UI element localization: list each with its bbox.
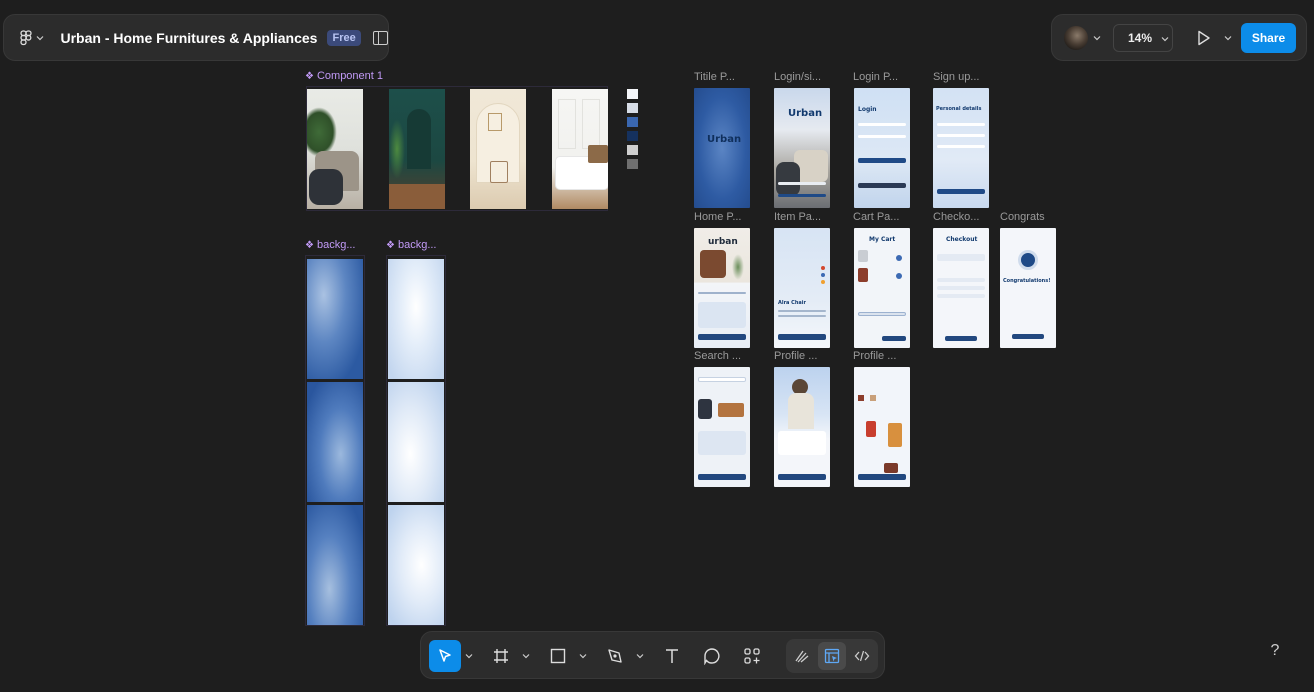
color-swatch[interactable] (627, 159, 638, 169)
background-label[interactable]: ❖ backg... (386, 239, 437, 251)
chevron-down-icon[interactable] (465, 652, 473, 660)
interior-photo (389, 89, 445, 209)
search-page-screen[interactable] (694, 367, 750, 487)
screen-logo: Urban (788, 108, 823, 119)
screen-logo: urban (708, 237, 738, 247)
frame-label[interactable]: Profile ... (774, 350, 817, 362)
comment-icon (704, 648, 720, 665)
shape-tool-button[interactable] (544, 640, 572, 672)
color-swatch[interactable] (627, 117, 638, 127)
frame-label[interactable]: Checko... (933, 211, 979, 223)
chevron-down-icon[interactable] (636, 652, 644, 660)
cursor-icon (439, 649, 451, 662)
frame-icon (494, 649, 508, 663)
signup-page-screen[interactable]: Personal details (933, 88, 989, 208)
mode-switcher (786, 639, 878, 673)
color-swatch[interactable] (627, 89, 638, 99)
apps-icon (744, 648, 760, 664)
chevron-down-icon (36, 35, 44, 40)
background-tile (307, 505, 363, 625)
cart-page-screen[interactable]: My Cart (854, 228, 910, 348)
move-tool-button[interactable] (429, 640, 461, 672)
chevron-down-icon[interactable] (1224, 34, 1232, 42)
frame-label[interactable]: Titile P... (694, 71, 735, 83)
frame-label[interactable]: Login/si... (774, 71, 821, 83)
plan-badge[interactable]: Free (327, 29, 361, 46)
file-panel: Urban - Home Furnitures & Appliances Fre… (3, 14, 389, 61)
component-icon: ❖ (305, 71, 314, 82)
frame-label[interactable]: Login P... (853, 71, 898, 83)
chevron-down-icon[interactable] (522, 652, 530, 660)
checkout-page-screen[interactable]: Checkout (933, 228, 989, 348)
screen-heading: Personal details (936, 106, 982, 112)
comment-tool-button[interactable] (698, 640, 726, 672)
interior-photo (470, 89, 526, 209)
frame-label[interactable]: Search ... (694, 350, 741, 362)
dev-mode-button[interactable] (848, 642, 876, 670)
frame-label[interactable]: Cart Pa... (853, 211, 899, 223)
component-icon: ❖ (305, 240, 314, 251)
figma-logo-icon (20, 29, 32, 45)
frame-tool-button[interactable] (487, 640, 515, 672)
interior-photo (552, 89, 608, 209)
chevron-down-icon (1161, 37, 1169, 42)
background-label[interactable]: ❖ backg... (305, 239, 356, 251)
background-tile (307, 259, 363, 379)
frame-label[interactable]: Item Pa... (774, 211, 821, 223)
avatar[interactable] (1064, 26, 1088, 50)
item-page-screen[interactable]: Alra Chair (774, 228, 830, 348)
color-swatch[interactable] (627, 103, 638, 113)
actions-tool-button[interactable] (738, 640, 766, 672)
sidebar-toggle-icon[interactable] (372, 30, 388, 45)
play-icon[interactable] (1197, 30, 1211, 46)
zoom-dropdown[interactable]: 14% (1113, 24, 1173, 52)
bottom-toolbar (420, 631, 885, 679)
draw-mode-button[interactable] (788, 642, 816, 670)
color-swatch[interactable] (627, 145, 638, 155)
screen-heading: Checkout (946, 236, 978, 243)
profile-page-screen-2[interactable] (854, 367, 910, 487)
screen-heading: Alra Chair (778, 300, 806, 306)
component-icon: ❖ (386, 240, 395, 251)
rectangle-icon (550, 648, 566, 664)
login-page-screen[interactable]: Login (854, 88, 910, 208)
top-right-panel: 14% Share (1051, 14, 1307, 61)
home-page-screen[interactable]: urban (694, 228, 750, 348)
zoom-value: 14% (1128, 31, 1153, 45)
frame-label[interactable]: Sign up... (933, 71, 979, 83)
pen-tool-button[interactable] (601, 640, 629, 672)
color-swatch[interactable] (627, 131, 638, 141)
congrats-page-screen[interactable]: Congratulations! (1000, 228, 1056, 348)
file-title[interactable]: Urban - Home Furnitures & Appliances (61, 30, 318, 46)
main-menu-button[interactable] (20, 29, 57, 46)
profile-page-screen[interactable] (774, 367, 830, 487)
interior-photo (307, 89, 363, 209)
text-tool-button[interactable] (658, 640, 686, 672)
frame-label[interactable]: Congrats (1000, 211, 1045, 223)
share-button[interactable]: Share (1241, 23, 1296, 53)
code-icon (854, 650, 870, 662)
draw-icon (795, 650, 809, 663)
frame-label[interactable]: Profile ... (853, 350, 896, 362)
screen-heading: My Cart (869, 236, 896, 243)
design-mode-button[interactable] (818, 642, 846, 670)
background-tile (388, 505, 444, 625)
design-icon (824, 648, 840, 664)
help-button[interactable]: ? (1266, 642, 1284, 660)
screen-heading: Congratulations! (1003, 278, 1051, 284)
frame-label[interactable]: Home P... (694, 211, 742, 223)
screen-logo: Urban (707, 134, 742, 145)
text-icon (666, 649, 678, 663)
screen-heading: Login (858, 106, 877, 113)
login-signup-screen[interactable]: Urban (774, 88, 830, 208)
title-page-screen[interactable]: Urban (694, 88, 750, 208)
pen-icon (608, 649, 622, 663)
background-tile (307, 382, 363, 502)
chevron-down-icon[interactable] (579, 652, 587, 660)
background-tile (388, 382, 444, 502)
chevron-down-icon[interactable] (1093, 34, 1101, 42)
component-label[interactable]: ❖ Component 1 (305, 70, 383, 82)
background-tile (388, 259, 444, 379)
